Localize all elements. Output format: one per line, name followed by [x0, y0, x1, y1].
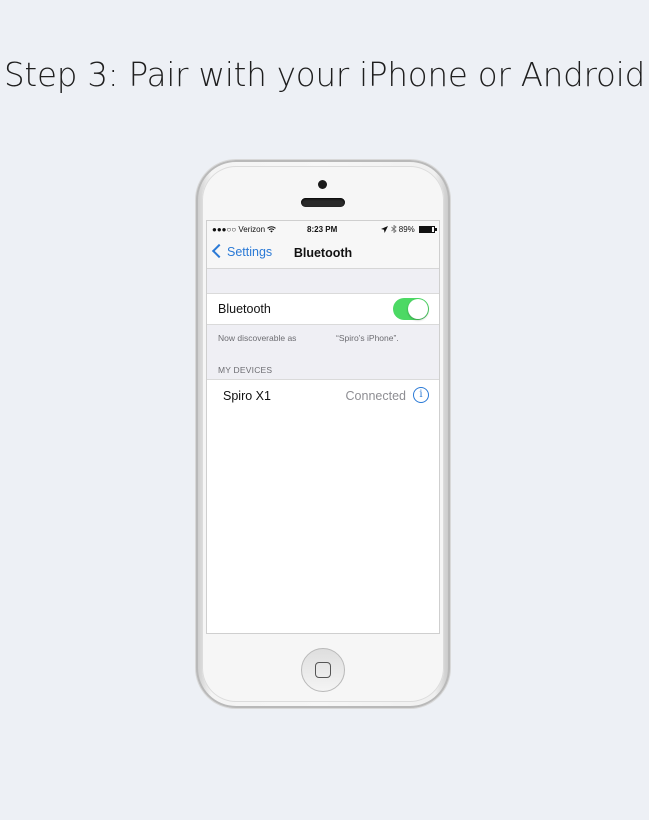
toggle-knob — [408, 299, 428, 319]
carrier-label: ●●●○○ Verizon — [212, 225, 277, 234]
status-time: 8:23 PM — [307, 225, 338, 234]
device-row-spiro-x1[interactable]: Spiro X1 Connected i — [207, 379, 439, 413]
screen-empty-area — [207, 412, 439, 633]
wifi-icon — [267, 225, 277, 234]
status-bar: ●●●○○ Verizon 8:23 PM 89% — [207, 221, 439, 238]
status-right: 89% — [381, 224, 437, 234]
phone-mockup: ●●●○○ Verizon 8:23 PM 89% Settings Bluet… — [196, 160, 450, 708]
my-devices-header: MY DEVICES — [218, 365, 273, 375]
bluetooth-toggle[interactable] — [393, 298, 429, 320]
battery-percent: 89% — [398, 225, 415, 234]
nav-title-wrap: Bluetooth — [207, 246, 439, 260]
earpiece-speaker — [301, 198, 345, 207]
discoverable-text: Now discoverable as — [218, 333, 297, 343]
navigation-bar: Settings Bluetooth — [207, 238, 439, 269]
location-arrow-icon — [381, 225, 390, 234]
bluetooth-icon — [390, 224, 399, 234]
discoverable-name: “Spiro’s iPhone”. — [336, 333, 399, 343]
battery-icon — [419, 225, 437, 233]
bluetooth-label: Bluetooth — [218, 302, 271, 316]
home-square-icon — [315, 662, 331, 678]
front-camera — [318, 180, 327, 189]
phone-screen: ●●●○○ Verizon 8:23 PM 89% Settings Bluet… — [206, 220, 440, 634]
carrier-name: ●●●○○ Verizon — [212, 225, 266, 234]
step-heading: Step 3: Pair with your iPhone or Android — [3, 56, 646, 94]
page-title: Bluetooth — [293, 246, 353, 260]
info-icon[interactable]: i — [413, 387, 429, 403]
bluetooth-row: Bluetooth — [207, 293, 439, 325]
battery-fill — [420, 226, 433, 232]
home-button[interactable] — [301, 648, 345, 692]
device-name: Spiro X1 — [223, 389, 271, 403]
device-status: Connected — [345, 389, 406, 403]
